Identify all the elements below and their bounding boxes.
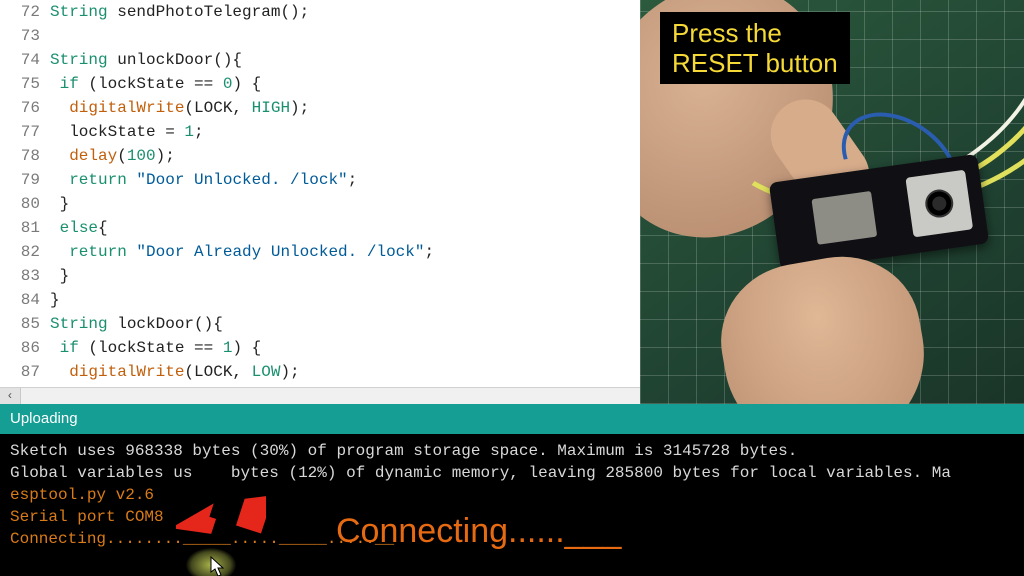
code-text[interactable]: lockState = 1; — [46, 120, 204, 144]
line-number: 75 — [0, 72, 46, 96]
code-line[interactable]: 83 } — [0, 264, 640, 288]
code-text[interactable]: if (lockState == 0) { — [46, 72, 261, 96]
line-number: 82 — [0, 240, 46, 264]
code-line[interactable]: 87 digitalWrite(LOCK, LOW); — [0, 360, 640, 384]
code-line[interactable]: 86 if (lockState == 1) { — [0, 336, 640, 360]
code-editor[interactable]: 72String sendPhotoTelegram();7374String … — [0, 0, 640, 404]
line-number: 77 — [0, 120, 46, 144]
line-number: 76 — [0, 96, 46, 120]
arrow-annotation-icon — [176, 480, 266, 550]
line-number: 80 — [0, 192, 46, 216]
caption-line-1: Press the — [672, 18, 838, 48]
code-line[interactable]: 78 delay(100); — [0, 144, 640, 168]
line-number: 86 — [0, 336, 46, 360]
code-text[interactable]: return "Door Already Unlocked. /lock"; — [46, 240, 434, 264]
console-line: Sketch uses 968338 bytes (30%) of progra… — [10, 440, 1014, 462]
code-area[interactable]: 72String sendPhotoTelegram();7374String … — [0, 0, 640, 387]
line-number: 84 — [0, 288, 46, 312]
horizontal-scrollbar[interactable]: ‹ — [0, 387, 640, 404]
code-text[interactable]: if (lockState == 1) { — [46, 336, 261, 360]
code-text[interactable]: } — [46, 288, 60, 312]
code-text[interactable]: } — [46, 192, 69, 216]
output-console[interactable]: Sketch uses 968338 bytes (30%) of progra… — [0, 434, 1024, 576]
line-number: 79 — [0, 168, 46, 192]
code-line[interactable]: 79 return "Door Unlocked. /lock"; — [0, 168, 640, 192]
code-text[interactable] — [46, 24, 50, 48]
code-text[interactable]: else{ — [46, 216, 108, 240]
code-text[interactable]: digitalWrite(LOCK, LOW); — [46, 360, 300, 384]
code-line[interactable]: 80 } — [0, 192, 640, 216]
code-line[interactable]: 76 digitalWrite(LOCK, HIGH); — [0, 96, 640, 120]
code-line[interactable]: 72String sendPhotoTelegram(); — [0, 0, 640, 24]
line-number: 78 — [0, 144, 46, 168]
code-text[interactable]: delay(100); — [46, 144, 175, 168]
code-line[interactable]: 73 — [0, 24, 640, 48]
code-line[interactable]: 77 lockState = 1; — [0, 120, 640, 144]
code-text[interactable]: String sendPhotoTelegram(); — [46, 0, 309, 24]
code-text[interactable]: String lockDoor(){ — [46, 312, 223, 336]
mouse-cursor-icon — [210, 556, 226, 576]
camera-module-icon — [905, 170, 973, 238]
console-line: esptool.py v2.6 — [10, 484, 1014, 506]
code-line[interactable]: 81 else{ — [0, 216, 640, 240]
caption-line-2: RESET button — [672, 48, 838, 78]
console-line: Global variables us 41 bytes (12%) of dy… — [10, 462, 1014, 484]
connecting-overlay-label: Connecting......___ — [336, 520, 621, 542]
scroll-track[interactable] — [21, 388, 640, 404]
line-number: 74 — [0, 48, 46, 72]
code-text[interactable]: return "Door Unlocked. /lock"; — [46, 168, 357, 192]
line-number: 85 — [0, 312, 46, 336]
code-line[interactable]: 85String lockDoor(){ — [0, 312, 640, 336]
scroll-left-button[interactable]: ‹ — [0, 388, 21, 404]
code-text[interactable]: } — [46, 264, 69, 288]
code-line[interactable]: 84} — [0, 288, 640, 312]
line-number: 81 — [0, 216, 46, 240]
hardware-photo: Press the RESET button — [640, 0, 1024, 404]
status-bar: Uploading — [0, 404, 1024, 434]
line-number: 73 — [0, 24, 46, 48]
code-line[interactable]: 75 if (lockState == 0) { — [0, 72, 640, 96]
chip-icon — [811, 191, 877, 245]
code-text[interactable]: digitalWrite(LOCK, HIGH); — [46, 96, 309, 120]
code-text[interactable]: String unlockDoor(){ — [46, 48, 242, 72]
code-line[interactable]: 74String unlockDoor(){ — [0, 48, 640, 72]
line-number: 83 — [0, 264, 46, 288]
photo-caption: Press the RESET button — [660, 12, 850, 84]
code-line[interactable]: 82 return "Door Already Unlocked. /lock"… — [0, 240, 640, 264]
line-number: 72 — [0, 0, 46, 24]
line-number: 87 — [0, 360, 46, 384]
status-text: Uploading — [10, 410, 78, 427]
